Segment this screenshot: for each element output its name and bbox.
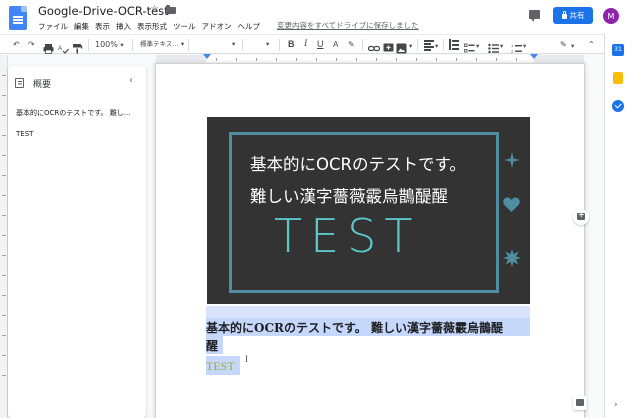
menu-edit[interactable]: 編集 (74, 20, 89, 33)
highlight-icon[interactable]: ✎ (348, 39, 355, 50)
checklist-icon[interactable] (464, 39, 476, 53)
collapse-toolbar-icon[interactable]: ⌃ (588, 39, 595, 50)
add-comment-button[interactable] (573, 209, 589, 225)
chevron-down-icon[interactable]: ▾ (476, 41, 479, 52)
chevron-down-icon[interactable]: ▾ (523, 41, 526, 52)
horizontal-ruler[interactable] (156, 54, 584, 64)
menu-help[interactable]: ヘルプ (238, 20, 261, 33)
text-cursor-icon: I (245, 354, 248, 364)
chevron-down-icon[interactable]: ▾ (571, 41, 574, 52)
spellcheck-icon[interactable]: A (58, 39, 70, 54)
explore-button[interactable] (573, 396, 587, 410)
share-label: 共有 (569, 11, 585, 20)
italic-button[interactable]: I (304, 39, 307, 50)
heart-icon (503, 197, 520, 212)
insert-image-icon[interactable] (396, 39, 408, 54)
menu-tools[interactable]: ツール (173, 20, 196, 33)
star-icon[interactable]: ☆ (150, 4, 159, 15)
outline-title: 概要 (33, 80, 52, 90)
close-outline-icon[interactable]: ‹ (129, 75, 133, 86)
selection-highlight (206, 306, 530, 318)
ocr-text-line2[interactable]: 醒 (206, 337, 218, 354)
chevron-down-icon[interactable]: ▾ (435, 41, 438, 52)
comment-history-icon[interactable] (529, 10, 540, 22)
menu-bar: ファイル 編集 表示 挿入 表示形式 ツール アドオン ヘルプ (38, 20, 260, 33)
style-select[interactable]: 標準テキス… ▾ (140, 39, 184, 50)
chevron-down-icon[interactable]: ▾ (500, 41, 503, 52)
chevron-down-icon: ▾ (232, 40, 236, 48)
app-header: Google-Drive-OCR-test ☆ ファイル 編集 表示 挿入 表示… (0, 0, 630, 34)
image-text-line2: 難しい漢字薔薇霰烏鵲醍醒 (250, 187, 448, 206)
redo-icon[interactable]: ↷ (28, 39, 35, 50)
insert-comment-icon[interactable] (383, 39, 395, 52)
menu-addons[interactable]: アドオン (202, 20, 232, 33)
style-value: 標準テキス… (140, 40, 179, 48)
folder-icon[interactable] (166, 5, 176, 14)
side-panel: 31 › (604, 34, 630, 418)
outline-item[interactable]: 基本的にOCRのテストです。 難し... (16, 108, 144, 118)
svg-text:2: 2 (511, 49, 514, 54)
chevron-down-icon: ▾ (266, 40, 270, 48)
svg-text:1: 1 (511, 43, 514, 48)
svg-text:A: A (58, 46, 62, 52)
ocr-text-line3[interactable]: TEST (206, 359, 235, 374)
outline-icon (15, 78, 24, 88)
lock-icon (561, 11, 567, 19)
editing-mode-icon[interactable]: ✎ (560, 39, 567, 50)
menu-view[interactable]: 表示 (95, 20, 110, 33)
vertical-scrollbar[interactable] (595, 64, 603, 418)
numbered-list-icon[interactable]: 12 (511, 39, 523, 54)
underline-button[interactable]: U (317, 39, 324, 50)
expand-panel-icon[interactable]: › (614, 400, 618, 410)
calendar-icon[interactable]: 31 (612, 44, 624, 56)
chevron-down-icon: ▾ (180, 40, 185, 48)
share-button[interactable]: 共有 (553, 7, 593, 24)
text-color-button[interactable]: A (333, 39, 338, 50)
line-spacing-icon[interactable] (448, 39, 460, 51)
tasks-icon[interactable] (612, 100, 624, 112)
zoom-select[interactable]: 100% ▾ (95, 39, 124, 51)
document-outline-panel: 概要 ‹ 基本的にOCRのテストです。 難し... TEST (8, 66, 146, 418)
print-icon[interactable] (43, 39, 55, 54)
avatar[interactable]: M (603, 8, 619, 24)
undo-icon[interactable]: ↶ (13, 39, 20, 50)
chevron-down-icon: ▾ (120, 41, 124, 49)
chevron-down-icon[interactable]: ▾ (409, 41, 412, 52)
vertical-ruler[interactable] (0, 55, 8, 418)
bulleted-list-icon[interactable] (488, 39, 500, 54)
left-indent-marker[interactable] (203, 54, 211, 59)
toolbar: ↶ ↷ A 100% ▾ 標準テキス… ▾ ▾ ▾ B I U A ✎ ▾ ▾ (0, 34, 604, 54)
image-test-text: TEST (274, 209, 421, 263)
save-status-link[interactable]: 変更内容をすべてドライブに保存しました (277, 20, 419, 31)
outline-item[interactable]: TEST (16, 130, 33, 138)
menu-insert[interactable]: 挿入 (116, 20, 131, 33)
sparkle-icon (504, 152, 520, 168)
docs-logo-icon[interactable] (9, 6, 27, 30)
menu-format[interactable]: 表示形式 (137, 20, 167, 33)
image-text-line1: 基本的にOCRのテストです。 (250, 155, 466, 174)
link-icon[interactable] (367, 39, 381, 52)
menu-file[interactable]: ファイル (38, 20, 68, 33)
starburst-icon (503, 249, 521, 267)
ocr-test-image[interactable]: 基本的にOCRのテストです。 難しい漢字薔薇霰烏鵲醍醒 TEST (207, 117, 530, 304)
zoom-value: 100% (95, 40, 118, 49)
keep-icon[interactable] (613, 72, 623, 84)
paint-format-icon[interactable] (72, 39, 84, 54)
right-indent-marker[interactable] (530, 54, 538, 59)
ocr-text-line1[interactable]: 基本的にOCRのテストです。 難しい漢字薔薇霰烏鵲醍 (206, 319, 503, 336)
bold-button[interactable]: B (288, 39, 295, 50)
